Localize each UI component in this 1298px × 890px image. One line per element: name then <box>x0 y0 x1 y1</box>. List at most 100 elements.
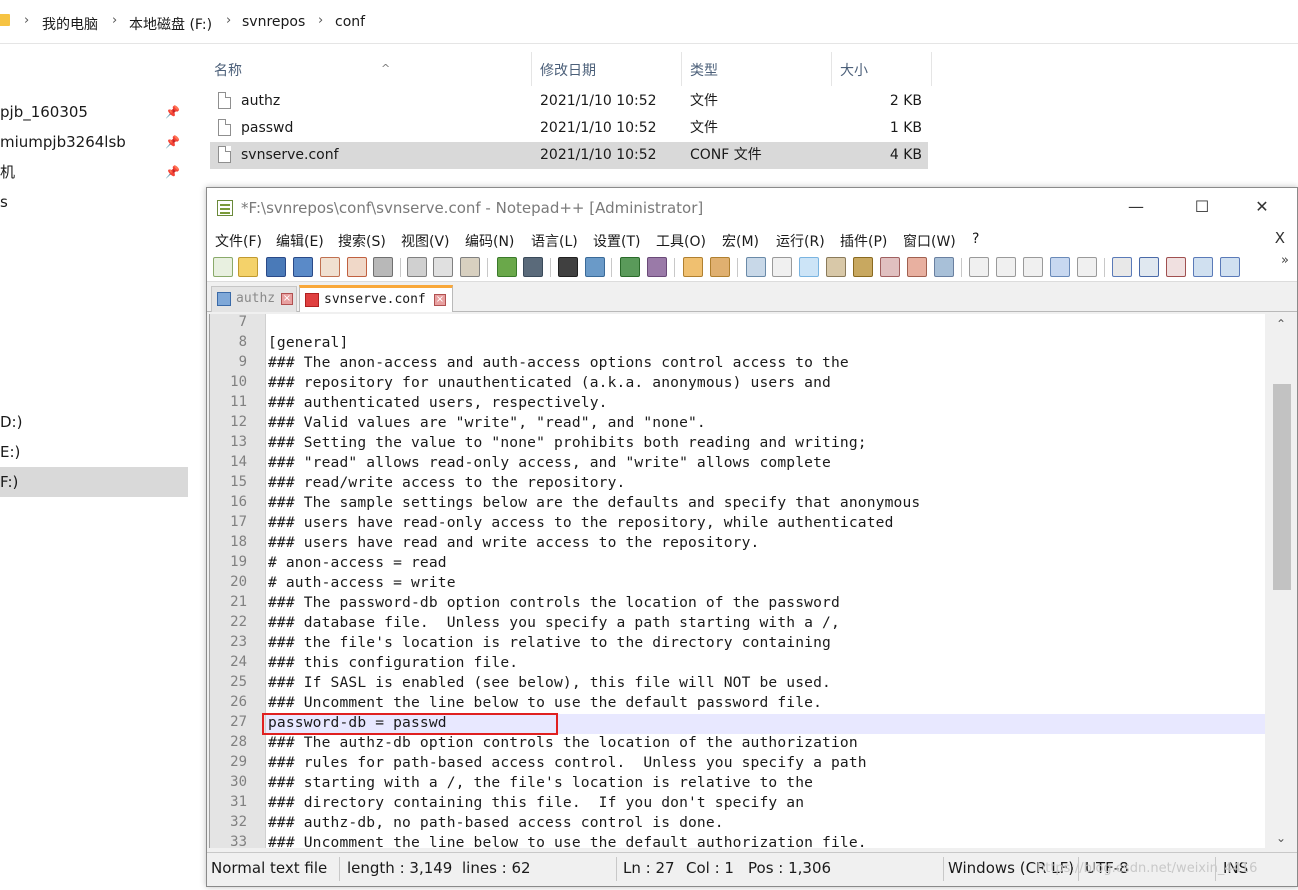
folder-workspace-icon[interactable] <box>907 257 927 277</box>
scroll-up-icon[interactable]: ⌃ <box>1265 314 1297 334</box>
find-icon[interactable] <box>558 257 578 277</box>
sync-horizontal-icon[interactable] <box>710 257 730 277</box>
cut-icon[interactable] <box>407 257 427 277</box>
copy-icon[interactable] <box>433 257 453 277</box>
code-line[interactable]: ### The authz-db option controls the loc… <box>268 734 858 751</box>
text-editor[interactable]: 7 8 9 10 11 12 13 14 15 16 17 18 19 20 21 22 23 24 25 26 27 2… <box>209 314 1265 848</box>
file-row[interactable]: passwd 2021/1/10 10:52 文件 1 KB <box>210 115 928 142</box>
nav-item[interactable]: pjb_160305 📌 <box>0 97 188 127</box>
nav-item[interactable]: D:) <box>0 407 188 437</box>
function-list-icon[interactable] <box>880 257 900 277</box>
stop-macro-icon[interactable] <box>996 257 1016 277</box>
column-header-name[interactable]: ^ 名称 <box>206 52 532 86</box>
close-file-icon[interactable] <box>320 257 340 277</box>
breadcrumb-svnrepos[interactable]: svnrepos <box>242 14 305 30</box>
scroll-down-icon[interactable]: ⌄ <box>1265 828 1297 848</box>
scrollbar-thumb[interactable] <box>1273 384 1291 590</box>
save-icon[interactable] <box>266 257 286 277</box>
breadcrumb-local-disk[interactable]: 本地磁盘 (F:) <box>129 14 212 34</box>
new-file-icon[interactable] <box>213 257 233 277</box>
file-row-selected[interactable]: svnserve.conf 2021/1/10 10:52 CONF 文件 4 … <box>210 142 928 169</box>
title-bar[interactable]: *F:\svnrepos\conf\svnserve.conf - Notepa… <box>207 188 1297 226</box>
menu-plugins[interactable]: 插件(P) <box>840 231 887 251</box>
spell-check-icon[interactable] <box>1112 257 1132 277</box>
zoom-out-icon[interactable] <box>647 257 667 277</box>
code-line[interactable]: ### Valid values are "write", "read", an… <box>268 414 706 431</box>
word-wrap-icon[interactable] <box>746 257 766 277</box>
sync-vertical-icon[interactable] <box>683 257 703 277</box>
close-button[interactable]: ✕ <box>1239 188 1285 226</box>
close-all-icon[interactable] <box>347 257 367 277</box>
file-row[interactable]: authz 2021/1/10 10:52 文件 2 KB <box>210 88 928 115</box>
close-document-button[interactable]: X <box>1275 229 1285 247</box>
address-bar[interactable]: › 我的电脑 › 本地磁盘 (F:) › svnrepos › conf <box>0 0 1298 44</box>
menu-settings[interactable]: 设置(T) <box>593 231 640 251</box>
replace-icon[interactable] <box>585 257 605 277</box>
code-line[interactable]: ### Uncomment the line below to use the … <box>268 694 822 711</box>
play-macro-icon[interactable] <box>1023 257 1043 277</box>
code-line[interactable]: ### The sample settings below are the de… <box>268 494 920 511</box>
nav-item[interactable]: 机 📌 <box>0 157 188 187</box>
menu-run[interactable]: 运行(R) <box>776 231 825 251</box>
redo-icon[interactable] <box>523 257 543 277</box>
code-line[interactable]: # anon-access = read <box>268 554 447 571</box>
column-header-type[interactable]: 类型 <box>682 52 832 86</box>
code-line[interactable]: ### If SASL is enabled (see below), this… <box>268 674 831 691</box>
toolbar-overflow-icon[interactable]: » <box>1281 253 1289 268</box>
compare-next-icon[interactable] <box>1220 257 1240 277</box>
print-icon[interactable] <box>373 257 393 277</box>
maximize-button[interactable]: ☐ <box>1179 188 1225 226</box>
code-line[interactable]: ### The anon-access and auth-access opti… <box>268 354 849 371</box>
breadcrumb-my-computer[interactable]: 我的电脑 <box>42 14 98 34</box>
tab-close-icon[interactable]: × <box>281 293 293 305</box>
tab-authz[interactable]: authz × <box>211 286 297 312</box>
code-line[interactable]: ### starting with a /, the file's locati… <box>268 774 813 791</box>
code-line[interactable]: ### read/write access to the repository. <box>268 474 625 491</box>
minimize-button[interactable]: — <box>1113 188 1159 226</box>
vertical-scrollbar[interactable]: ⌃ ⌄ <box>1265 314 1297 848</box>
monitoring-icon[interactable] <box>934 257 954 277</box>
show-all-characters-icon[interactable] <box>772 257 792 277</box>
document-map-icon[interactable] <box>853 257 873 277</box>
column-header-modified[interactable]: 修改日期 <box>532 52 682 86</box>
indent-guide-icon[interactable] <box>799 257 819 277</box>
open-file-icon[interactable] <box>238 257 258 277</box>
column-header-size[interactable]: 大小 <box>832 52 932 86</box>
language-icon[interactable] <box>826 257 846 277</box>
paste-icon[interactable] <box>460 257 480 277</box>
menu-macro[interactable]: 宏(M) <box>722 231 759 251</box>
nav-item[interactable]: s <box>0 187 188 217</box>
save-all-icon[interactable] <box>293 257 313 277</box>
menu-help[interactable]: ? <box>972 231 979 247</box>
menu-search[interactable]: 搜索(S) <box>338 231 386 251</box>
code-line[interactable]: ### directory containing this file. If y… <box>268 794 804 811</box>
code-line[interactable]: ### the file's location is relative to t… <box>268 634 831 651</box>
code-line[interactable]: ### Setting the value to "none" prohibit… <box>268 434 867 451</box>
compare-clear-icon[interactable] <box>1166 257 1186 277</box>
nav-item[interactable]: E:) <box>0 437 188 467</box>
compare-icon[interactable] <box>1139 257 1159 277</box>
tab-svnserve-conf[interactable]: svnserve.conf × <box>299 285 453 312</box>
code-line[interactable]: [general] <box>268 334 348 351</box>
menu-file[interactable]: 文件(F) <box>215 231 262 251</box>
code-line[interactable]: # auth-access = write <box>268 574 456 591</box>
code-line[interactable]: ### users have read and write access to … <box>268 534 760 551</box>
code-line[interactable]: ### this configuration file. <box>268 654 518 671</box>
menu-view[interactable]: 视图(V) <box>401 231 450 251</box>
save-macro-icon[interactable] <box>1077 257 1097 277</box>
compare-prev-icon[interactable] <box>1193 257 1213 277</box>
code-line[interactable]: ### repository for unauthenticated (a.k.… <box>268 374 831 391</box>
nav-item[interactable]: miumpjb3264lsb 📌 <box>0 127 188 157</box>
code-line[interactable]: ### Uncomment the line below to use the … <box>268 834 867 848</box>
record-macro-icon[interactable] <box>969 257 989 277</box>
code-line[interactable]: ### users have read-only access to the r… <box>268 514 894 531</box>
menu-language[interactable]: 语言(L) <box>531 231 578 251</box>
tab-close-icon[interactable]: × <box>434 294 446 306</box>
code-line[interactable]: ### "read" allows read-only access, and … <box>268 454 831 471</box>
code-line[interactable]: ### The password-db option controls the … <box>268 594 840 611</box>
code-line[interactable]: ### database file. Unless you specify a … <box>268 614 840 631</box>
menu-edit[interactable]: 编辑(E) <box>276 231 324 251</box>
undo-icon[interactable] <box>497 257 517 277</box>
menu-window[interactable]: 窗口(W) <box>903 231 956 251</box>
run-macro-multiple-icon[interactable] <box>1050 257 1070 277</box>
